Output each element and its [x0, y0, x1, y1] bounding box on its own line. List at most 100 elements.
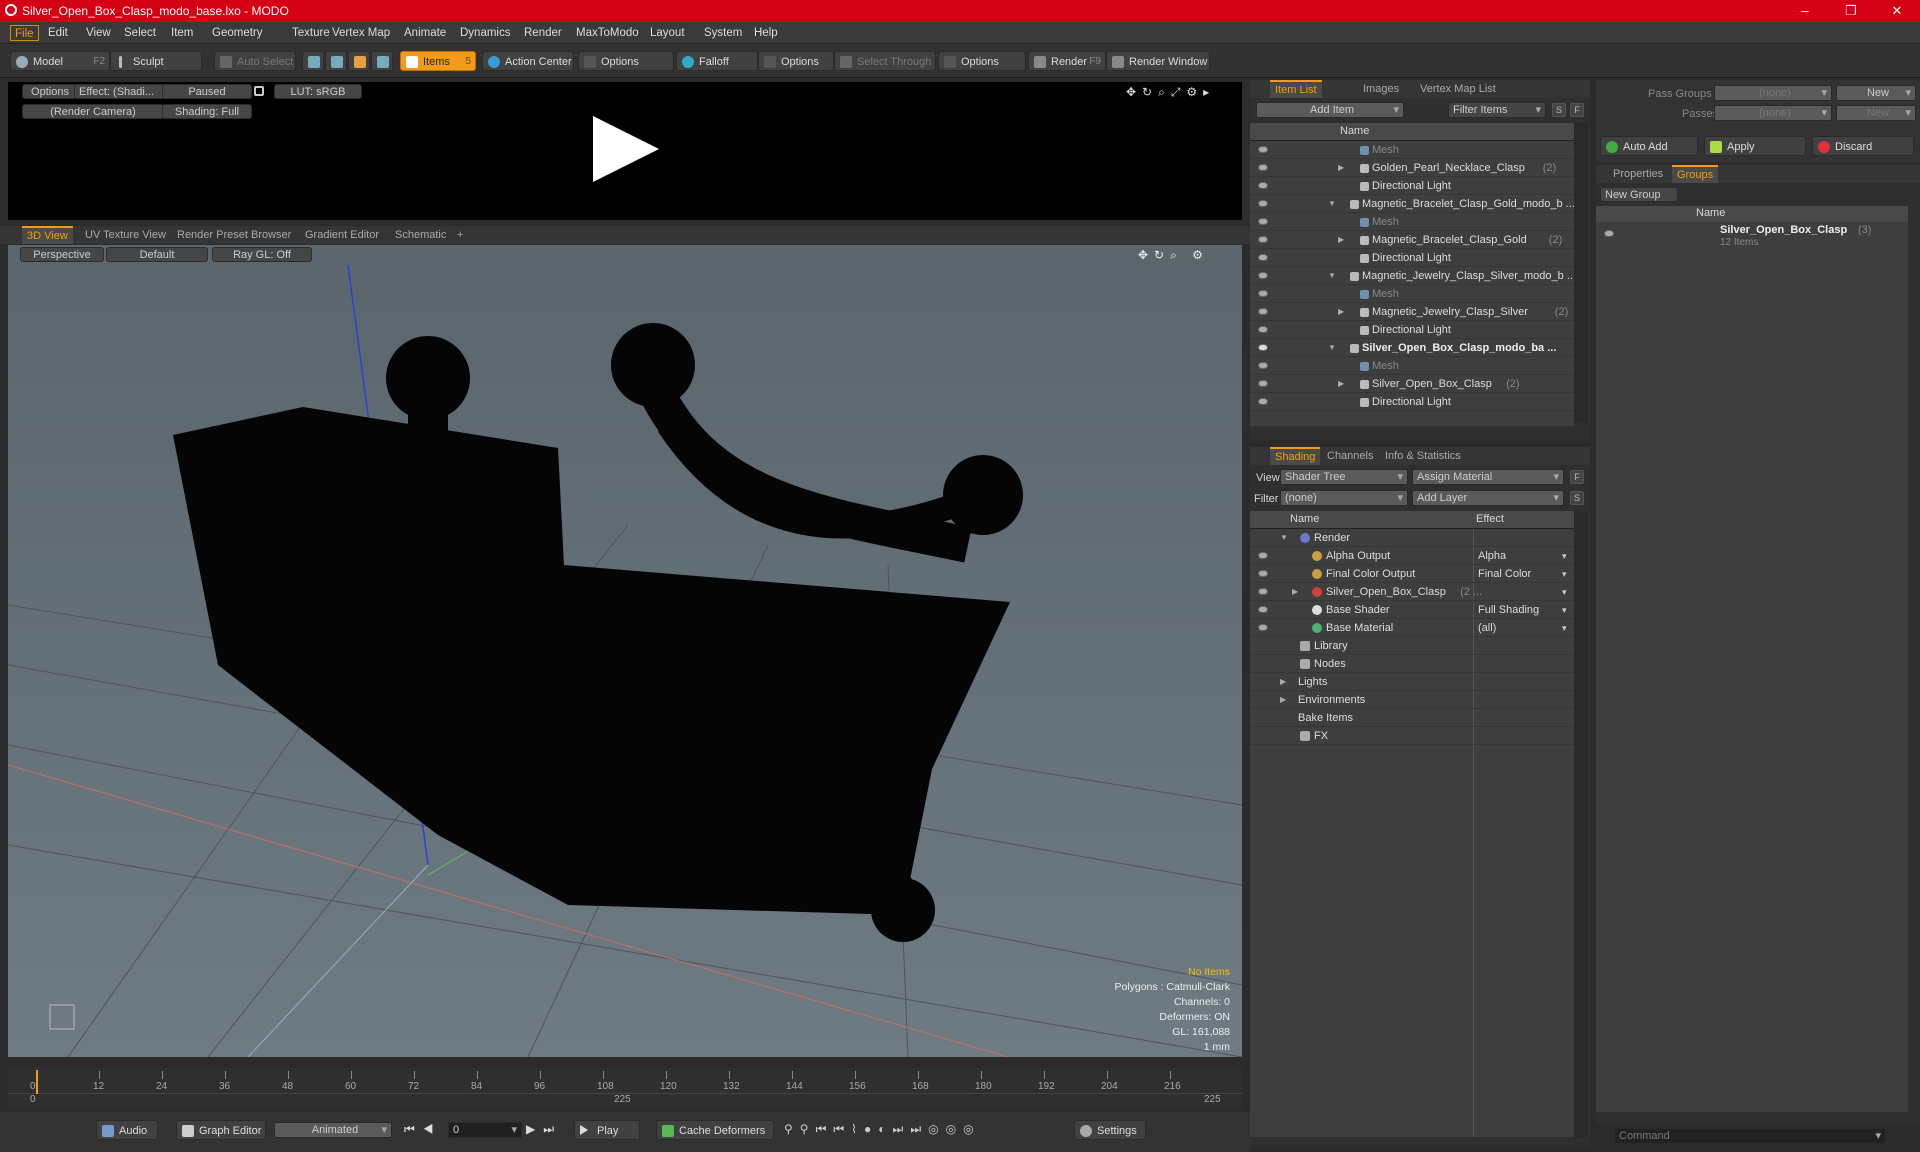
expand-arrow-icon[interactable]: ▶ [1280, 691, 1286, 708]
close-button[interactable]: ✕ [1874, 0, 1920, 22]
edges-mode-icon[interactable] [325, 51, 347, 71]
visibility-eye-icon[interactable] [1258, 272, 1268, 279]
menu-vertex-map[interactable]: Vertex Map [328, 25, 394, 41]
visibility-eye-icon[interactable] [1258, 254, 1268, 261]
menu-maxtomodo[interactable]: MaxToModo [572, 25, 643, 41]
visibility-eye-icon[interactable] [1258, 236, 1268, 243]
item-list-row[interactable]: Directional Light [1250, 249, 1574, 267]
shader-tree-row[interactable]: Alpha Output Alpha ▾ [1250, 547, 1574, 565]
menu-layout[interactable]: Layout [646, 25, 689, 41]
menu-animate[interactable]: Animate [400, 25, 450, 41]
menu-texture[interactable]: Texture [288, 25, 334, 41]
preview-nav-icons[interactable]: ✥↻⌕⤢⚙▸ [1126, 85, 1215, 100]
command-input[interactable]: Command [1614, 1128, 1886, 1144]
vertices-mode-icon[interactable] [302, 51, 324, 71]
maximize-button[interactable]: ❐ [1828, 0, 1874, 22]
menu-render[interactable]: Render [520, 25, 566, 41]
tab-vertex-map-list[interactable]: Vertex Map List [1415, 82, 1501, 97]
expand-arrow-icon[interactable]: ▼ [1328, 195, 1336, 212]
shader-tree-row[interactable]: FX [1250, 727, 1574, 745]
tab-schematic[interactable]: Schematic [390, 228, 451, 243]
new-pass-button[interactable]: New [1836, 105, 1916, 121]
tab-groups[interactable]: Groups [1672, 165, 1719, 183]
visibility-eye-icon[interactable] [1258, 552, 1268, 559]
item-list-row[interactable]: Mesh [1250, 357, 1574, 375]
menu-view[interactable]: View [82, 25, 115, 41]
item-list-row[interactable]: Mesh [1250, 141, 1574, 159]
visibility-eye-icon[interactable] [1258, 146, 1268, 153]
graph-editor-button[interactable]: Graph Editor [176, 1120, 266, 1140]
item-list-row[interactable]: ▼ Magnetic_Jewelry_Clasp_Silver_modo_b ..… [1250, 267, 1574, 285]
play-preview-icon[interactable] [593, 116, 659, 182]
item-list-row[interactable]: Directional Light [1250, 393, 1574, 411]
item-list-row[interactable]: Mesh [1250, 213, 1574, 231]
3d-viewport[interactable]: Perspective Default Ray GL: Off ✥↻⌕ ⚙ No… [8, 245, 1242, 1057]
expand-arrow-icon[interactable]: ▼ [1328, 339, 1336, 356]
group-visibility-icon[interactable] [1604, 230, 1614, 237]
falloff-options-button[interactable]: Options [758, 51, 834, 71]
expand-arrow-icon[interactable]: ▶ [1292, 583, 1298, 600]
shader-tree-row[interactable]: Library [1250, 637, 1574, 655]
effect-dropdown-icon[interactable]: ▾ [1562, 565, 1567, 582]
visibility-eye-icon[interactable] [1258, 606, 1268, 613]
expand-arrow-icon[interactable]: ▶ [1338, 159, 1344, 176]
visibility-eye-icon[interactable] [1258, 164, 1268, 171]
cache-deformers-button[interactable]: Cache Deformers [656, 1120, 774, 1140]
discard-button[interactable]: Discard [1812, 136, 1914, 156]
expand-arrow-icon[interactable]: ▶ [1338, 231, 1344, 248]
polygons-mode-icon[interactable] [348, 51, 370, 71]
action-center-options-button[interactable]: Options [578, 51, 674, 71]
visibility-eye-icon[interactable] [1258, 380, 1268, 387]
visibility-eye-icon[interactable] [1258, 182, 1268, 189]
animated-select[interactable]: Animated [274, 1122, 392, 1138]
filter-f-button[interactable]: F [1570, 103, 1584, 117]
menu-dynamics[interactable]: Dynamics [456, 25, 514, 41]
visibility-eye-icon[interactable] [1258, 362, 1268, 369]
effect-dropdown-icon[interactable]: ▾ [1562, 583, 1567, 600]
pass-groups-select[interactable]: (none) [1714, 85, 1832, 101]
tab-shading[interactable]: Shading [1270, 447, 1321, 465]
shader-tree-row[interactable]: Final Color Output Final Color ▾ [1250, 565, 1574, 583]
filter-select[interactable]: (none) [1280, 490, 1408, 506]
shading-select[interactable]: Shading: Full [162, 104, 252, 119]
tab-uv-texture-view[interactable]: UV Texture View [80, 228, 171, 243]
select-through-options-button[interactable]: Options [938, 51, 1026, 71]
shader-tree-scrollbar[interactable] [1574, 511, 1588, 1137]
tab-images[interactable]: Images [1358, 82, 1404, 97]
shader-tree-row[interactable]: ▶ Environments [1250, 691, 1574, 709]
item-list-row[interactable]: ▶ Magnetic_Bracelet_Clasp_Gold (2) [1250, 231, 1574, 249]
expand-arrow-icon[interactable]: ▼ [1280, 529, 1288, 546]
filter-s-button[interactable]: S [1552, 103, 1566, 117]
settings-button[interactable]: Settings [1074, 1120, 1146, 1140]
auto-select-button[interactable]: Auto Select [214, 51, 296, 71]
current-frame-input[interactable]: 0 [448, 1122, 522, 1138]
menu-system[interactable]: System [700, 25, 746, 41]
expand-arrow-icon[interactable]: ▶ [1280, 673, 1286, 690]
tab-3d-view[interactable]: 3D View [22, 226, 73, 244]
lock-icon[interactable] [254, 86, 264, 96]
shader-effect-select[interactable]: (all) [1478, 619, 1572, 636]
timeline[interactable]: 0 12 24 36 48 60 72 84 96 108 120 132 144 156 168 180 19… [8, 1068, 1242, 1108]
item-list-row[interactable]: ▶ Golden_Pearl_Necklace_Clasp (2) [1250, 159, 1574, 177]
item-list-row[interactable]: ▼ Silver_Open_Box_Clasp_modo_ba ... [1250, 339, 1574, 357]
audio-button[interactable]: Audio [96, 1120, 158, 1140]
ray-gl-toggle[interactable]: Ray GL: Off [212, 247, 312, 262]
new-group-button[interactable]: New Group [1600, 187, 1678, 202]
shader-effect-select[interactable]: Final Color [1478, 565, 1572, 582]
sculpt-button[interactable]: Sculpt [110, 51, 202, 71]
visibility-eye-icon[interactable] [1258, 570, 1268, 577]
shader-effect-select[interactable]: Full Shading [1478, 601, 1572, 618]
menu-geometry[interactable]: Geometry [208, 25, 267, 41]
item-list-scrollbar[interactable] [1574, 123, 1588, 423]
effect-dropdown-icon[interactable]: ▾ [1562, 601, 1567, 618]
shader-tree-row[interactable]: Bake Items [1250, 709, 1574, 727]
effect-dropdown-icon[interactable]: ▾ [1562, 619, 1567, 636]
frame-forward-icons[interactable]: ▶⏭ [526, 1122, 562, 1137]
visibility-eye-icon[interactable] [1258, 290, 1268, 297]
items-mode-button[interactable]: Items 5 [400, 51, 476, 71]
minimize-button[interactable]: – [1782, 0, 1828, 22]
materials-mode-icon[interactable] [371, 51, 393, 71]
shader-tree-row[interactable]: ▶ Lights [1250, 673, 1574, 691]
passes-select[interactable]: (none) [1714, 105, 1832, 121]
visibility-eye-icon[interactable] [1258, 344, 1268, 351]
